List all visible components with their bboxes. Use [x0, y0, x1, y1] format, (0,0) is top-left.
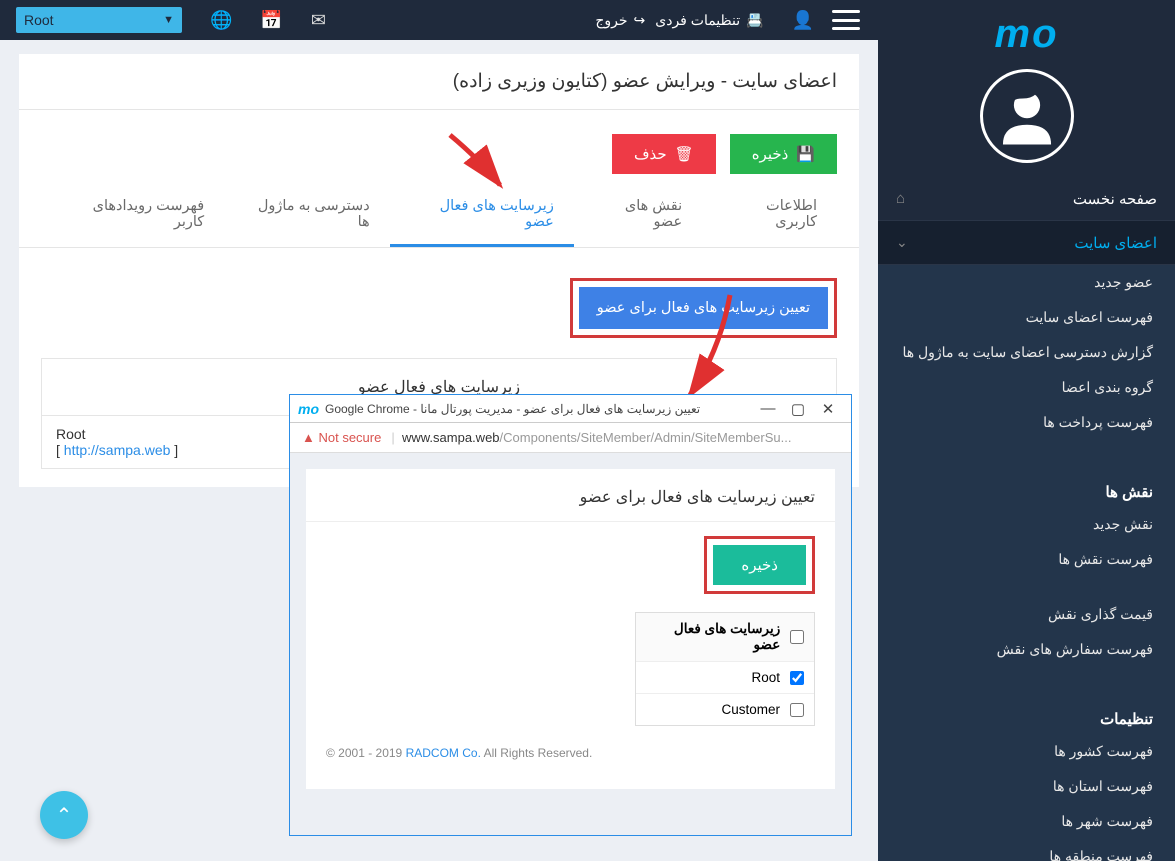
sidebar-members-group[interactable]: اعضای سایت ⌄: [878, 221, 1175, 265]
table-row: Root: [636, 662, 814, 694]
sidebar-settings-head: تنظیمات: [878, 701, 1175, 734]
save-button-label: ذخیره: [752, 145, 789, 163]
logout-icon: ↪: [634, 12, 646, 29]
popup-logo-icon: mo: [298, 401, 319, 417]
globe-icon[interactable]: 🌐: [210, 10, 232, 31]
tab-modules[interactable]: دسترسی به ماژول ها: [224, 186, 389, 247]
sidebar-sub-item[interactable]: فهرست استان ها: [878, 769, 1175, 804]
popup-footer: © 2001 - 2019 RADCOM Co. All Rights Rese…: [306, 726, 835, 760]
trash-icon: 🗑: [675, 145, 694, 163]
close-button[interactable]: ✕: [813, 400, 843, 418]
sidebar-sub-item[interactable]: فهرست پرداخت ها: [878, 405, 1175, 440]
root-dropdown[interactable]: Root ▼: [16, 7, 182, 33]
row-label: Root: [751, 670, 780, 685]
avatar-circle: [980, 69, 1074, 163]
row-checkbox[interactable]: [790, 703, 804, 717]
url-host: www.sampa.web: [402, 430, 500, 445]
sidebar-sub-item[interactable]: فهرست سفارش های نقش: [878, 632, 1175, 667]
sidebar-members-label: اعضای سایت: [1074, 234, 1157, 252]
popup-card: تعیین زیرسایت های فعال برای عضو ذخیره زی…: [306, 469, 835, 789]
chevron-up-icon: ⌃: [56, 803, 73, 828]
logo-text: mo: [995, 12, 1059, 56]
subsites-table: زیرسایت های فعال عضو Root Customer: [635, 612, 815, 726]
footer-company: RADCOM Co.: [406, 746, 481, 760]
personal-settings-label: تنظیمات فردی: [655, 12, 740, 29]
sidebar-home[interactable]: صفحه نخست ⌂: [878, 177, 1175, 221]
logout-link[interactable]: ↪ خروج: [595, 12, 645, 29]
tab-subsites[interactable]: زیرسایت های فعال عضو: [390, 186, 574, 247]
sidebar-sub-item[interactable]: فهرست منطقه ها: [878, 839, 1175, 861]
delete-button-label: حذف: [634, 145, 667, 163]
action-row: 💾 ذخیره 🗑 حذف: [19, 110, 859, 186]
avatar: [878, 57, 1175, 177]
sidebar-sub-item[interactable]: عضو جدید: [878, 265, 1175, 300]
maximize-button[interactable]: ▢: [783, 400, 813, 418]
popup-urlbar: ▲ Not secure | www.sampa.web/Components/…: [290, 423, 851, 453]
sidebar-sub-item[interactable]: فهرست اعضای سایت: [878, 300, 1175, 335]
not-secure-warning: ▲ Not secure: [302, 430, 381, 445]
table-header-label: زیرسایت های فعال عضو: [646, 621, 780, 653]
sidebar-sub-item[interactable]: گزارش دسترسی اعضای سایت به ماژول ها: [878, 335, 1175, 370]
personal-settings-link[interactable]: 📇 تنظیمات فردی: [655, 12, 763, 29]
popup-inner-title: تعیین زیرسایت های فعال برای عضو: [306, 469, 835, 522]
footer-years: © 2001 - 2019: [326, 746, 406, 760]
row-checkbox[interactable]: [790, 671, 804, 685]
sidebar-roles-head: نقش ها: [878, 474, 1175, 507]
sidebar-sub-item[interactable]: گروه بندی اعضا: [878, 370, 1175, 405]
table-row: Customer: [636, 694, 814, 725]
root-dropdown-label: Root: [24, 12, 54, 28]
tab-events[interactable]: فهرست رویدادهای کاربر: [41, 186, 224, 247]
sidebar-home-label: صفحه نخست: [1073, 190, 1157, 208]
assign-row: تعیین زیرسایت های فعال برای عضو: [19, 248, 859, 346]
not-secure-label: Not secure: [318, 430, 381, 445]
sidebar-sub-item[interactable]: فهرست نقش ها: [878, 542, 1175, 577]
highlight-box: تعیین زیرسایت های فعال برای عضو: [570, 278, 837, 338]
popup-titlebar: mo Google Chrome - تعیین زیرسایت های فعا…: [290, 395, 851, 423]
minimize-button[interactable]: —: [753, 400, 783, 417]
tabs: اطلاعات کاربری نقش های عضو زیرسایت های ف…: [19, 186, 859, 248]
sidebar-sub-item[interactable]: فهرست شهر ها: [878, 804, 1175, 839]
home-icon: ⌂: [896, 190, 905, 207]
hamburger-menu[interactable]: [832, 10, 860, 30]
calendar-icon[interactable]: 📅: [260, 10, 282, 31]
popup-save-row: ذخیره: [306, 522, 835, 602]
table-header-row: زیرسایت های فعال عضو: [636, 613, 814, 662]
sidebar-sub-item[interactable]: فهرست کشور ها: [878, 734, 1175, 769]
scroll-top-button[interactable]: ⌃: [40, 791, 88, 839]
popup-save-button[interactable]: ذخیره: [713, 545, 806, 585]
popup-body: تعیین زیرسایت های فعال برای عضو ذخیره زی…: [290, 453, 851, 835]
chevron-down-icon: ⌄: [896, 234, 908, 251]
save-icon: 💾: [796, 145, 815, 163]
url-path: /Components/SiteMember/Admin/SiteMemberS…: [500, 430, 792, 445]
highlight-box: ذخیره: [704, 536, 815, 594]
sidebar-sub-item[interactable]: نقش جدید: [878, 507, 1175, 542]
sidebar-sub-item[interactable]: قیمت گذاری نقش: [878, 597, 1175, 632]
footer-rest: All Rights Reserved.: [481, 746, 592, 760]
popup-window-title: Google Chrome - تعیین زیرسایت های فعال ب…: [325, 402, 700, 416]
root-label: Root: [56, 426, 86, 442]
row-label: Customer: [721, 702, 780, 717]
sidebar-sublist: عضو جدید فهرست اعضای سایت گزارش دسترسی ا…: [878, 265, 1175, 861]
select-all-checkbox[interactable]: [790, 630, 804, 644]
logout-label: خروج: [595, 12, 627, 29]
user-icon[interactable]: 👤: [792, 10, 814, 31]
avatar-icon: [992, 81, 1062, 151]
sidebar: mo صفحه نخست ⌂ اعضای سایت ⌄ عضو جدید فهر…: [878, 0, 1175, 861]
tab-user-info[interactable]: اطلاعات کاربری: [702, 186, 837, 247]
delete-button[interactable]: 🗑 حذف: [612, 134, 716, 174]
tab-roles[interactable]: نقش های عضو: [574, 186, 702, 247]
settings-icon: 📇: [746, 12, 763, 29]
page-title: اعضای سایت - ویرایش عضو (کتایون وزیری زا…: [19, 54, 859, 110]
mail-icon[interactable]: ✉: [311, 10, 326, 31]
caret-down-icon: ▼: [163, 14, 174, 26]
logo: mo: [878, 0, 1175, 57]
topbar: Root ▼ 🌐 📅 ✉ 👤 📇 تنظیمات فردی ↪ خروج: [0, 0, 878, 40]
popup-window: mo Google Chrome - تعیین زیرسایت های فعا…: [289, 394, 852, 836]
assign-subsites-button[interactable]: تعیین زیرسایت های فعال برای عضو: [579, 287, 828, 329]
save-button[interactable]: 💾 ذخیره: [730, 134, 837, 174]
root-url-link[interactable]: http://sampa.web: [64, 442, 171, 458]
